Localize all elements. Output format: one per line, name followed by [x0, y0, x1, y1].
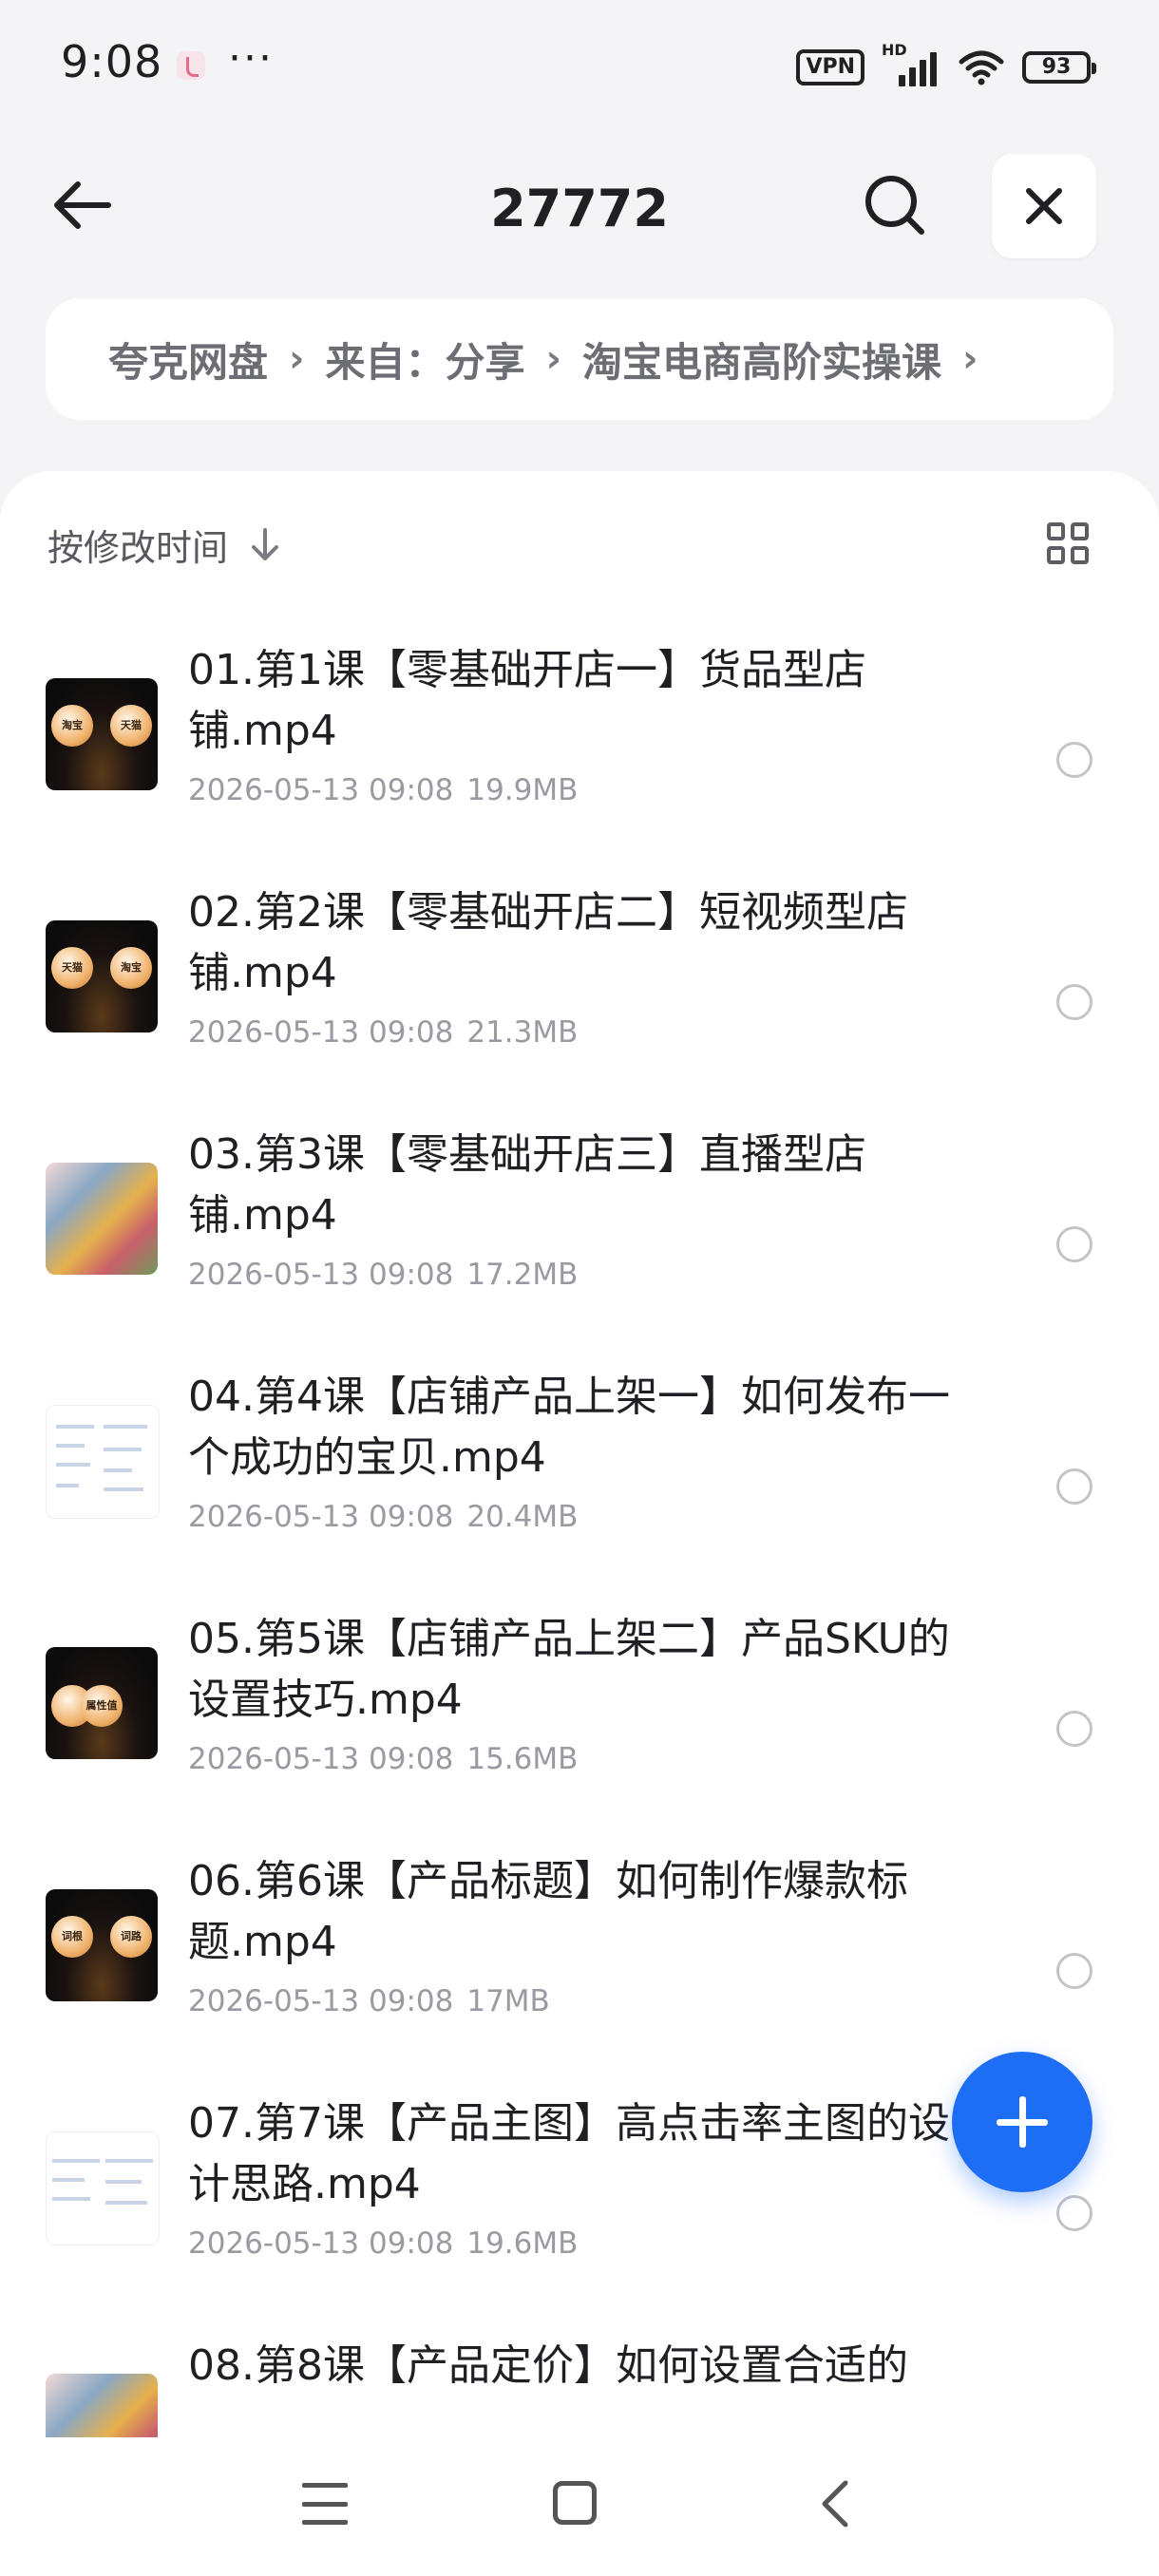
- page-title: 27772: [490, 179, 669, 238]
- grid-view-icon[interactable]: [1047, 522, 1089, 564]
- back-icon[interactable]: [815, 2477, 857, 2530]
- file-name: 06.第6课【产品标题】如何制作爆款标题.mp4: [188, 1857, 908, 1966]
- menu-icon[interactable]: [302, 2483, 348, 2525]
- header: 27772: [0, 142, 1159, 266]
- breadcrumb-separator: ›: [289, 337, 305, 381]
- video-thumbnail: [46, 2131, 160, 2245]
- video-thumbnail: 淘宝 天猫: [46, 678, 158, 790]
- video-thumbnail: 属性值: [46, 1647, 158, 1759]
- video-thumbnail: [46, 2374, 158, 2437]
- close-icon: [1026, 188, 1062, 224]
- file-name: 05.第5课【店铺产品上架二】产品SKU的设置技巧.mp4: [188, 1615, 950, 1724]
- select-radio[interactable]: [1056, 1226, 1092, 1262]
- status-bar: 9:08 ··· VPN HD 93: [0, 0, 1159, 133]
- select-radio[interactable]: [1056, 742, 1092, 778]
- file-meta: 2026-05-13 09:08 20.4MB: [188, 1500, 579, 1534]
- file-name: 08.第8课【产品定价】如何设置合适的: [188, 2341, 908, 2390]
- cellular-signal-icon: HD: [882, 41, 940, 86]
- file-meta: 2026-05-13 09:08 19.6MB: [188, 2226, 579, 2261]
- status-indicators: VPN HD 93: [796, 41, 1096, 91]
- video-thumbnail: 词根 词路: [46, 1889, 158, 2001]
- video-thumbnail: [46, 1405, 160, 1519]
- system-navigation-bar: [0, 2437, 1159, 2576]
- list-item[interactable]: 03.第3课【零基础开店三】直播型店铺.mp4 2026-05-13 09:08…: [0, 1125, 1159, 1367]
- breadcrumb-item-share[interactable]: 来自：分享: [326, 331, 525, 388]
- tiktok-notification-icon: [177, 51, 205, 80]
- select-radio[interactable]: [1056, 984, 1092, 1020]
- arrow-down-icon: [252, 527, 279, 560]
- file-meta: 2026-05-13 09:08 21.3MB: [188, 1015, 579, 1050]
- video-thumbnail: 天猫 淘宝: [46, 920, 158, 1032]
- file-meta: 2026-05-13 09:08 19.9MB: [188, 773, 579, 807]
- list-item[interactable]: 词根 词路 06.第6课【产品标题】如何制作爆款标题.mp4 2026-05-13…: [0, 1851, 1159, 2093]
- breadcrumb-item-folder[interactable]: 淘宝电商高阶实操课: [582, 331, 941, 388]
- home-icon[interactable]: [553, 2481, 597, 2525]
- file-name: 04.第4课【店铺产品上架一】如何发布一个成功的宝贝.mp4: [188, 1373, 950, 1482]
- list-item[interactable]: 08.第8课【产品定价】如何设置合适的: [0, 2336, 1159, 2437]
- select-radio[interactable]: [1056, 1468, 1092, 1505]
- file-meta: 2026-05-13 09:08 15.6MB: [188, 1742, 579, 1776]
- file-name: 03.第3课【零基础开店三】直播型店铺.mp4: [188, 1130, 866, 1240]
- sort-label: 按修改时间: [48, 527, 229, 569]
- select-radio[interactable]: [1056, 2195, 1092, 2231]
- wifi-icon: [959, 50, 1004, 85]
- close-button[interactable]: [992, 154, 1096, 258]
- list-item[interactable]: 04.第4课【店铺产品上架一】如何发布一个成功的宝贝.mp4 2026-05-1…: [0, 1367, 1159, 1609]
- breadcrumb-item-quark[interactable]: 夸克网盘: [108, 331, 268, 388]
- select-radio[interactable]: [1056, 1953, 1092, 1989]
- vpn-icon: VPN: [796, 49, 864, 85]
- video-thumbnail: [46, 1163, 158, 1275]
- sort-selector[interactable]: 按修改时间: [48, 519, 281, 571]
- select-radio[interactable]: [1056, 1711, 1092, 1747]
- list-item[interactable]: 属性值 05.第5课【店铺产品上架二】产品SKU的设置技巧.mp4 2026-0…: [0, 1609, 1159, 1851]
- file-name: 07.第7课【产品主图】高点击率主图的设计思路.mp4: [188, 2099, 950, 2208]
- search-icon[interactable]: [861, 171, 929, 239]
- file-name: 02.第2课【零基础开店二】短视频型店铺.mp4: [188, 888, 908, 997]
- file-meta: 2026-05-13 09:08 17MB: [188, 1984, 550, 2018]
- battery-icon: 93: [1022, 51, 1096, 84]
- list-item[interactable]: 淘宝 天猫 01.第1课【零基础开店一】货品型店铺.mp4 2026-05-13 …: [0, 640, 1159, 882]
- breadcrumb-separator: ›: [545, 337, 561, 381]
- add-button[interactable]: [952, 2052, 1092, 2192]
- file-meta: 2026-05-13 09:08 17.2MB: [188, 1258, 579, 1292]
- file-name: 01.第1课【零基础开店一】货品型店铺.mp4: [188, 646, 866, 755]
- breadcrumb: 夸克网盘 › 来自：分享 › 淘宝电商高阶实操课 ›: [46, 298, 1113, 420]
- list-item[interactable]: 天猫 淘宝 02.第2课【零基础开店二】短视频型店铺.mp4 2026-05-13…: [0, 882, 1159, 1125]
- breadcrumb-separator: ›: [962, 337, 978, 381]
- status-time: 9:08: [61, 36, 163, 87]
- more-notifications-icon: ···: [228, 34, 274, 83]
